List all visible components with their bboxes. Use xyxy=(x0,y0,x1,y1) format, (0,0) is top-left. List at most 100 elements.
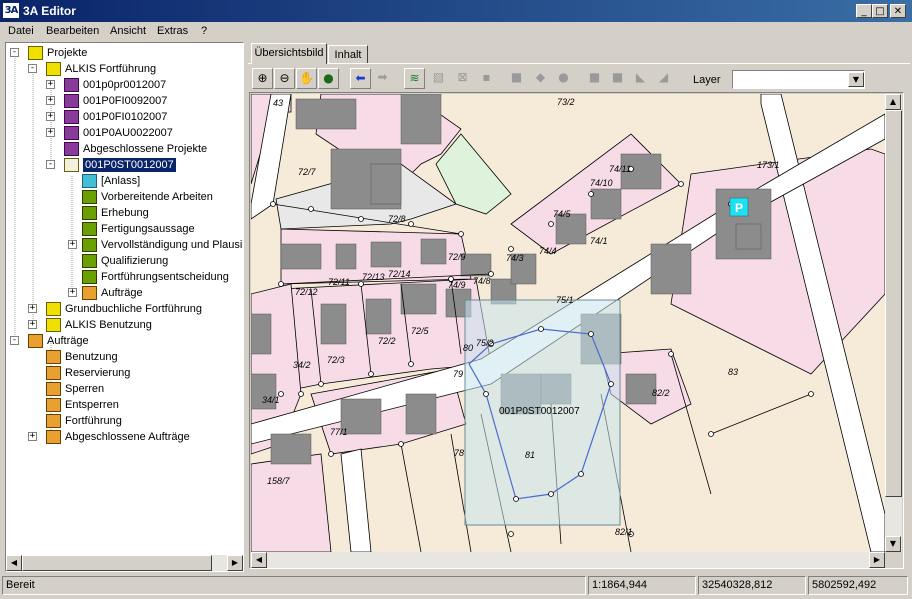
select-icon[interactable]: ▧ xyxy=(428,68,449,89)
expand-toggle[interactable]: + xyxy=(46,80,55,89)
layer-select[interactable]: ▼ xyxy=(732,70,865,89)
collapse-toggle[interactable]: - xyxy=(10,336,19,345)
close-button[interactable]: ✕ xyxy=(890,4,906,18)
zoom-in-icon[interactable]: ⊕ xyxy=(252,68,273,89)
parcel-label: 72/9 xyxy=(448,252,466,262)
folder-icon xyxy=(46,62,61,76)
parcel-label: 34/2 xyxy=(293,360,311,370)
parcel-label: 72/14 xyxy=(388,269,411,279)
circle-tool-icon[interactable]: ● xyxy=(553,68,574,89)
menu-datei[interactable]: Datei xyxy=(8,25,34,37)
app-icon: 3A xyxy=(3,3,19,18)
parcel-label: 77/1 xyxy=(330,427,348,437)
collapse-toggle[interactable]: - xyxy=(28,64,37,73)
scroll-thumb[interactable] xyxy=(22,555,212,571)
layers-icon[interactable]: ≋ xyxy=(404,68,425,89)
zoom-out-icon[interactable]: ⊖ xyxy=(274,68,295,89)
parcel-label: 78 xyxy=(454,448,464,458)
folder-icon xyxy=(46,318,61,332)
deselect-icon[interactable]: ⊠ xyxy=(452,68,473,89)
step-icon xyxy=(82,190,97,204)
step-icon xyxy=(82,238,97,252)
scroll-right-arrow-icon[interactable]: ▶ xyxy=(869,552,885,568)
orders-icon xyxy=(28,334,43,348)
scroll-left-arrow-icon[interactable]: ◀ xyxy=(6,555,22,571)
forward-arrow-icon[interactable]: ➡ xyxy=(372,68,393,89)
menu-bearbeiten[interactable]: Bearbeiten xyxy=(46,25,99,37)
parcel-label: 72/11 xyxy=(328,277,350,287)
parcel-label: 74/10 xyxy=(590,178,613,188)
parcel-label: 72/3 xyxy=(327,355,345,365)
parcel-label: 79 xyxy=(453,369,463,379)
expand-toggle[interactable]: + xyxy=(46,112,55,121)
menu-help[interactable]: ? xyxy=(201,25,207,37)
tab-divider xyxy=(248,63,910,64)
tab-uebersichtsbild[interactable]: Übersichtsbild xyxy=(251,43,327,64)
parcel-label: 75/2 xyxy=(476,338,494,348)
orders-icon xyxy=(46,350,61,364)
globe-icon[interactable]: ● xyxy=(318,68,339,89)
parcel-label: 34/1 xyxy=(262,395,280,405)
orders-icon xyxy=(46,430,61,444)
polygon-tool-icon[interactable]: ◆ xyxy=(530,68,551,89)
tree-horizontal-scrollbar[interactable]: ◀ ▶ xyxy=(6,555,243,571)
parcel-label: 158/7 xyxy=(267,476,291,486)
orders-icon xyxy=(46,398,61,412)
menu-ansicht[interactable]: Ansicht xyxy=(110,25,146,37)
corner-tool-2-icon[interactable]: ◢ xyxy=(653,68,674,89)
parcel-label: 74/11 xyxy=(609,164,631,174)
open-book-icon xyxy=(64,158,79,172)
expand-toggle[interactable]: + xyxy=(68,288,77,297)
map-vertical-scrollbar[interactable]: ▲ ▼ xyxy=(885,94,902,552)
parcel-label: 74/1 xyxy=(590,236,608,246)
folder-icon xyxy=(46,302,61,316)
parcel-label: 74/5 xyxy=(553,209,572,219)
expand-toggle[interactable]: + xyxy=(46,128,55,137)
cadastral-map[interactable]: P 43 73/2 72/7 72/8 173/1 74/11 74/10 74… xyxy=(251,94,885,552)
parcel-label: 73/2 xyxy=(557,97,575,107)
parcel-label: 43 xyxy=(273,98,283,108)
map-horizontal-scrollbar[interactable]: ◀ ▶ xyxy=(251,552,885,568)
parcel-label: 74/4 xyxy=(539,246,557,256)
step-icon xyxy=(82,206,97,220)
parcel-label: 83 xyxy=(728,367,738,377)
rectangle-tool-icon[interactable]: ■ xyxy=(506,68,527,89)
tab-inhalt[interactable]: Inhalt xyxy=(328,45,368,64)
book-icon xyxy=(64,94,79,108)
collapse-toggle[interactable]: - xyxy=(46,160,55,169)
scroll-thumb[interactable] xyxy=(885,110,902,497)
scroll-left-arrow-icon[interactable]: ◀ xyxy=(251,552,267,568)
document-icon xyxy=(82,174,97,188)
orders-icon xyxy=(46,414,61,428)
menu-extras[interactable]: Extras xyxy=(157,25,188,37)
corner-tool-icon[interactable]: ◣ xyxy=(630,68,651,89)
collapse-toggle[interactable]: - xyxy=(10,48,19,57)
square-tool-icon[interactable]: ■ xyxy=(584,68,605,89)
parcel-label: 72/8 xyxy=(388,214,406,224)
expand-toggle[interactable]: + xyxy=(68,240,77,249)
point-select-icon[interactable]: ▪ xyxy=(476,68,497,89)
maximize-button[interactable]: □ xyxy=(872,4,888,18)
orders-icon xyxy=(82,286,97,300)
chevron-down-icon[interactable]: ▼ xyxy=(848,72,864,87)
square-tool-2-icon[interactable]: ■ xyxy=(607,68,628,89)
scroll-down-arrow-icon[interactable]: ▼ xyxy=(885,536,901,552)
expand-toggle[interactable]: + xyxy=(46,96,55,105)
expand-toggle[interactable]: + xyxy=(28,432,37,441)
project-tree: - Projekte - ALKIS Fortführung + 001p0pr… xyxy=(5,42,244,572)
minimize-button[interactable]: _ xyxy=(856,4,872,18)
pan-hand-icon[interactable]: ✋ xyxy=(296,68,317,89)
scroll-right-arrow-icon[interactable]: ▶ xyxy=(227,555,243,571)
scroll-up-arrow-icon[interactable]: ▲ xyxy=(885,94,901,110)
book-icon xyxy=(64,78,79,92)
parking-symbol: P xyxy=(735,201,743,215)
parcel-label: 81 xyxy=(525,450,535,460)
expand-toggle[interactable]: + xyxy=(28,304,37,313)
status-x-coordinate: 32540328,812 xyxy=(698,576,806,595)
parcel-label: 74/9 xyxy=(448,280,466,290)
back-arrow-icon[interactable]: ⬅ xyxy=(350,68,371,89)
parcel-label: 82/1 xyxy=(615,527,633,537)
status-y-coordinate: 5802592,492 xyxy=(808,576,908,595)
parcel-label: 82/2 xyxy=(652,388,670,398)
expand-toggle[interactable]: + xyxy=(28,320,37,329)
